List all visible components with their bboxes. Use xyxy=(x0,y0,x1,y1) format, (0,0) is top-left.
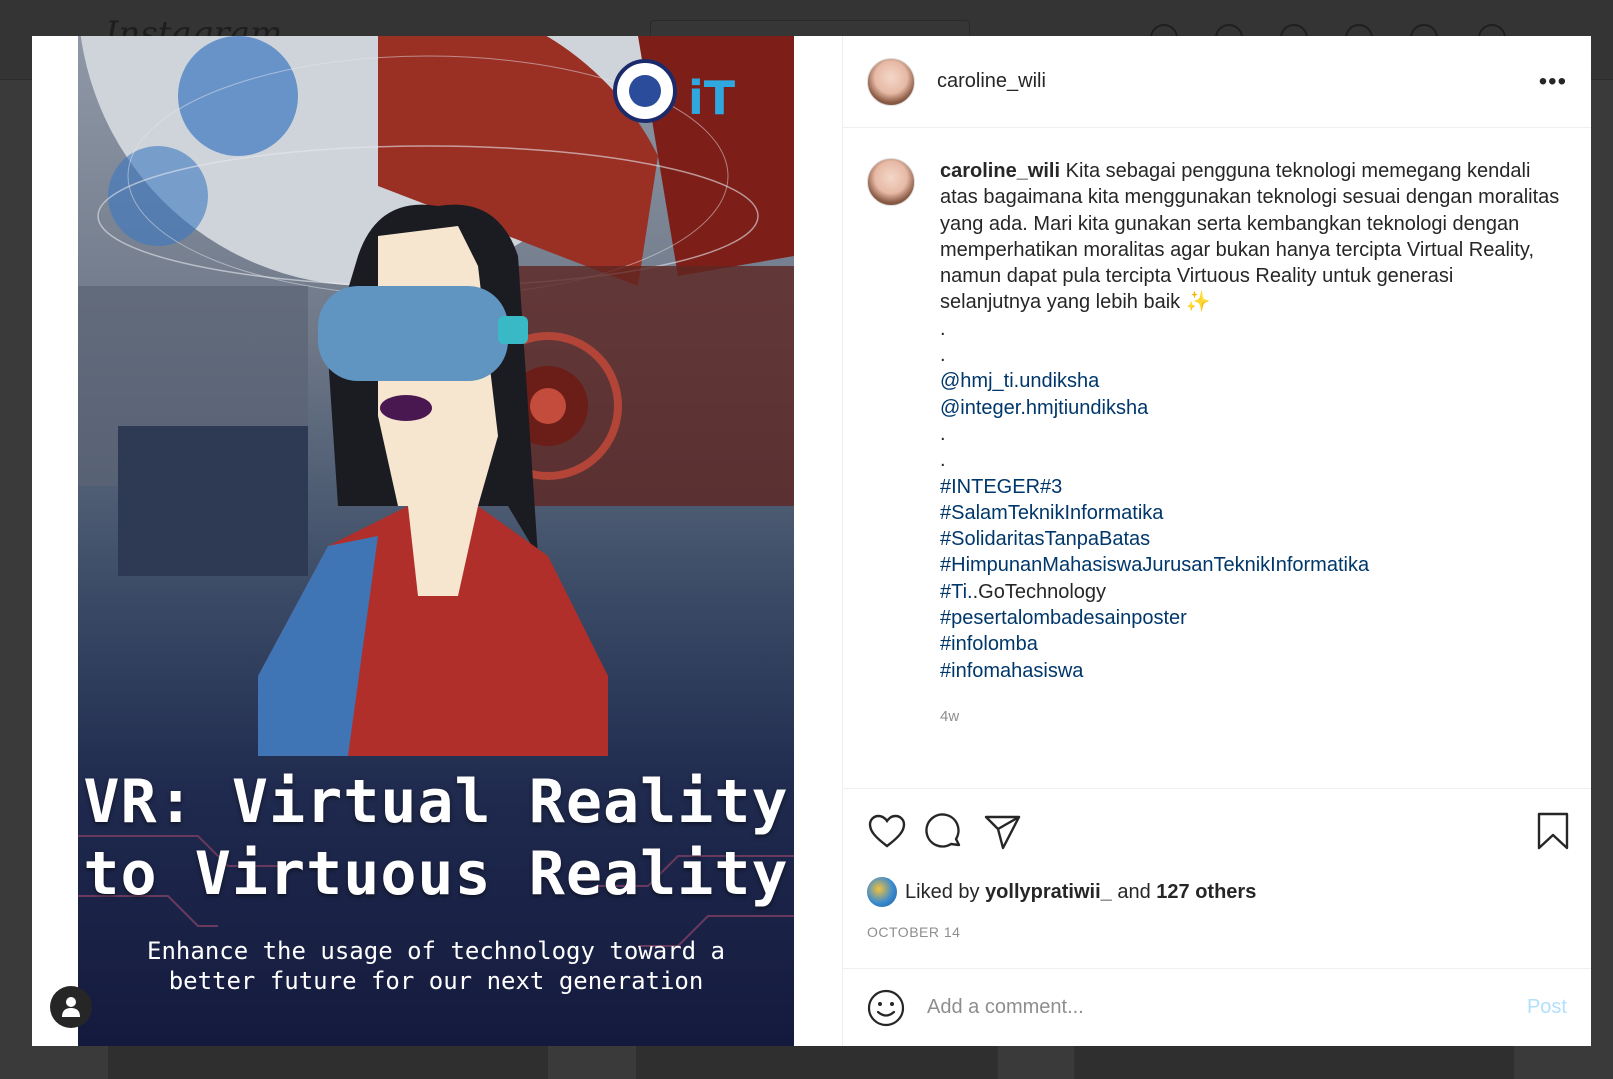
share-icon[interactable] xyxy=(983,812,1023,852)
caption-dot: . xyxy=(940,317,946,340)
comment-icon[interactable] xyxy=(925,812,965,852)
caption-dot: . xyxy=(940,449,946,472)
user-icon xyxy=(62,997,80,1017)
liker-avatar[interactable] xyxy=(867,877,897,907)
likes-and: and xyxy=(1117,880,1151,903)
poster-title-line: to Virtuous Reality xyxy=(83,839,789,909)
background-grid-tile xyxy=(1074,1045,1514,1079)
hashtag-link[interactable]: #HimpunanMahasiswaJurusanTeknikInformati… xyxy=(940,552,1560,578)
mention-link[interactable]: @integer.hmjtiundiksha xyxy=(940,395,1560,421)
post-date[interactable]: OCTOBER 14 xyxy=(843,910,1591,968)
it-logo-icon: iT xyxy=(688,71,736,125)
poster-title-line: VR: Virtual Reality xyxy=(83,767,789,837)
likes-summary: Liked by yollypratiwii_ and 127 others xyxy=(843,874,1591,910)
post-sidebar: caroline_wili ••• caroline_wili Kita seb… xyxy=(842,36,1591,1046)
background-grid-tile xyxy=(636,1045,998,1079)
caption-author-avatar[interactable] xyxy=(867,158,915,206)
caption-username[interactable]: caroline_wili xyxy=(940,160,1060,182)
hashtag-link[interactable]: #SolidaritasTanpaBatas xyxy=(940,526,1560,552)
poster-subtitle: Enhance the usage of technology toward a… xyxy=(78,936,794,996)
hashtag-link[interactable]: #INTEGER#3 xyxy=(940,474,1560,500)
likes-others-link[interactable]: 127 others xyxy=(1156,881,1256,904)
post-media: iT VR: Virtual Reality to Virtuous Reali… xyxy=(32,36,842,1046)
mention-link[interactable]: @hmj_ti.undiksha xyxy=(940,368,1560,394)
emoji-icon[interactable] xyxy=(867,989,905,1027)
comments-section: caroline_wili Kita sebagai pengguna tekn… xyxy=(843,128,1591,788)
tagged-users-button[interactable] xyxy=(50,986,92,1028)
save-bookmark-icon[interactable] xyxy=(1535,811,1571,851)
hashtag-link[interactable]: #infolomba xyxy=(940,631,1560,657)
poster-title: VR: Virtual Reality to Virtuous Reality xyxy=(78,766,794,910)
hashtag-link[interactable]: #infomahasiswa xyxy=(940,658,1560,684)
more-options-button[interactable]: ••• xyxy=(1539,69,1567,94)
post-comment-button[interactable]: Post xyxy=(1527,996,1567,1019)
add-comment-bar: Post xyxy=(843,968,1591,1046)
author-username[interactable]: caroline_wili xyxy=(937,70,1046,93)
liker-username[interactable]: yollypratiwii_ xyxy=(985,881,1112,904)
background-grid-tile xyxy=(108,1045,548,1079)
poster-subtitle-line: better future for our next generation xyxy=(168,967,704,995)
poster-subtitle-line: Enhance the usage of technology toward a xyxy=(147,937,725,965)
like-heart-icon[interactable] xyxy=(867,812,907,852)
likes-prefix: Liked by xyxy=(905,880,980,903)
caption-dot: . xyxy=(940,344,946,367)
hashtag-rest-text: .GoTechnology xyxy=(972,580,1107,603)
post-modal: iT VR: Virtual Reality to Virtuous Reali… xyxy=(32,36,1591,1046)
hashtag-link[interactable]: #Ti. xyxy=(940,581,973,603)
hashtag-line: #Ti..GoTechnology xyxy=(940,579,1560,605)
comment-input[interactable] xyxy=(927,996,1527,1019)
hashtag-link[interactable]: #SalamTeknikInformatika xyxy=(940,500,1560,526)
caption: caroline_wili Kita sebagai pengguna tekn… xyxy=(867,158,1567,730)
caption-time-ago[interactable]: 4w xyxy=(940,704,1560,730)
post-image[interactable]: iT VR: Virtual Reality to Virtuous Reali… xyxy=(78,36,794,1046)
caption-text: Kita sebagai pengguna teknologi memegang… xyxy=(940,160,1560,314)
caption-body: caroline_wili Kita sebagai pengguna tekn… xyxy=(940,158,1560,730)
caption-dot: . xyxy=(940,422,946,445)
action-bar xyxy=(843,788,1591,874)
post-header: caroline_wili ••• xyxy=(843,36,1591,128)
author-avatar[interactable] xyxy=(867,57,915,106)
hashtag-link[interactable]: #pesertalombadesainposter xyxy=(940,605,1560,631)
